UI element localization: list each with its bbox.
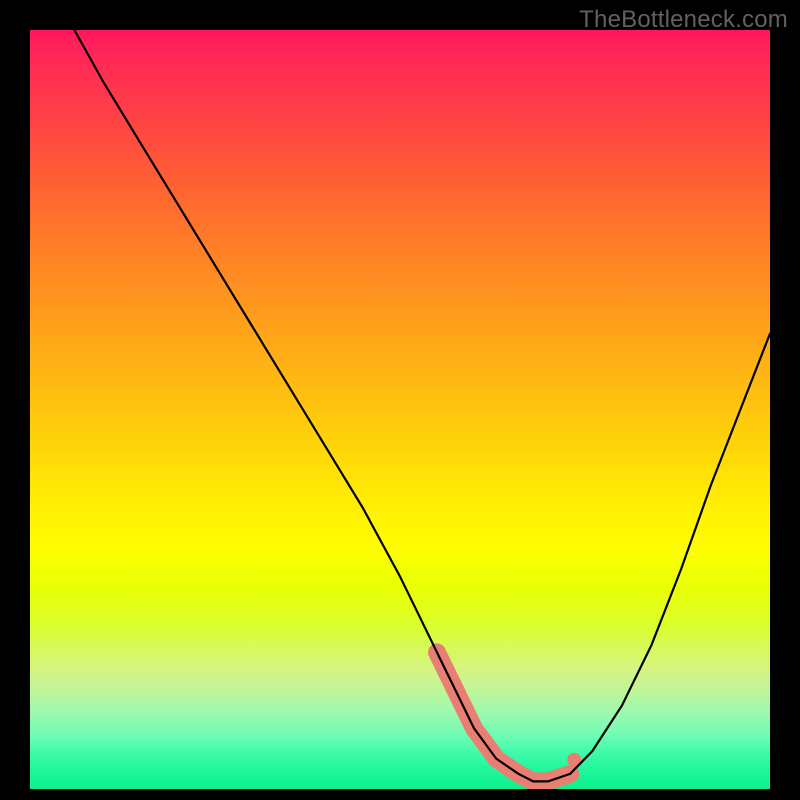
- chart-overlay: [30, 30, 770, 789]
- watermark-text: TheBottleneck.com: [579, 6, 788, 34]
- optimal-zone-band: [437, 652, 581, 781]
- bottleneck-curve: [74, 30, 770, 781]
- plot-area: [30, 30, 770, 789]
- chart-frame: TheBottleneck.com: [0, 0, 800, 800]
